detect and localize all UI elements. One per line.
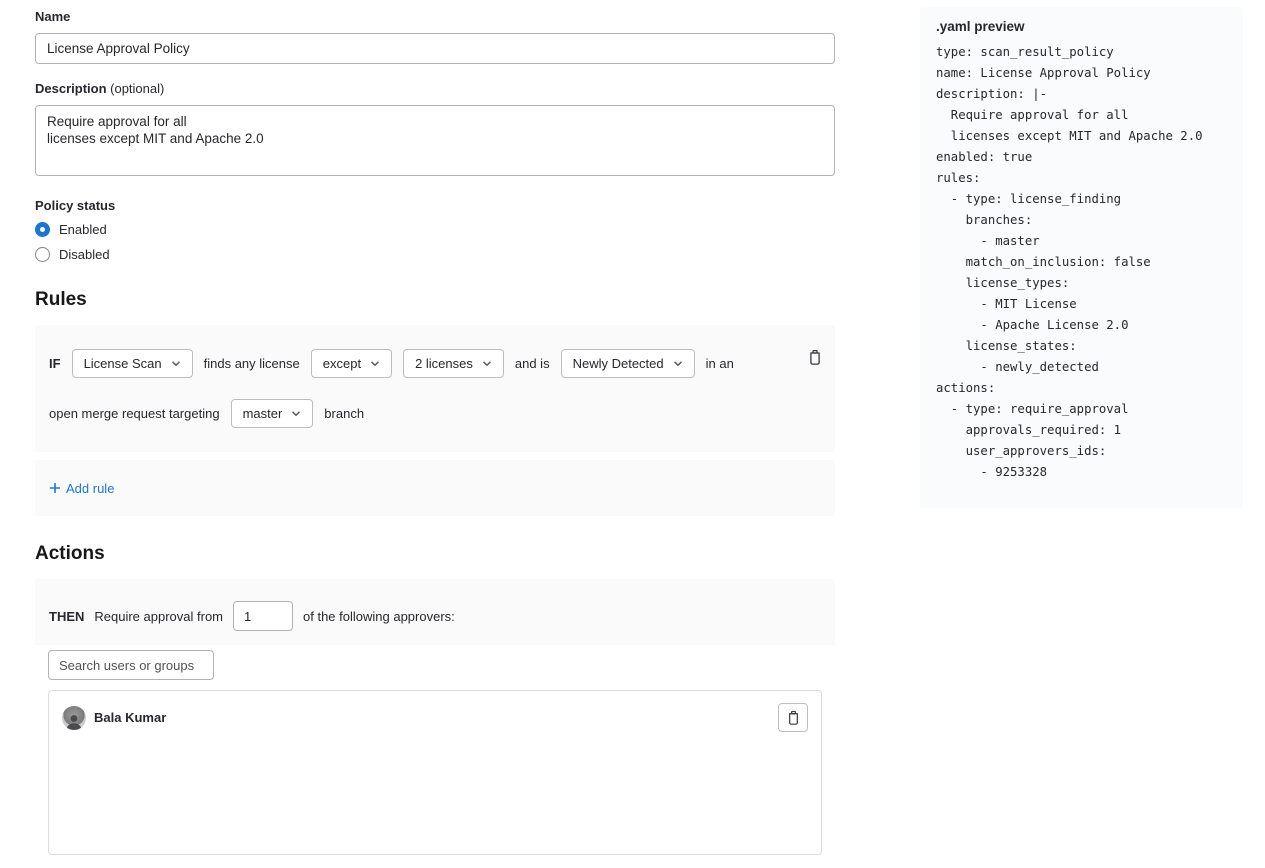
scanner-dropdown[interactable]: License Scan (72, 349, 193, 378)
action-text-require: Require approval from (94, 609, 223, 624)
policy-editor-form: Name Description (optional) Require appr… (35, 9, 835, 868)
rule-text-finds: finds any license (204, 356, 300, 371)
policy-status-label: Policy status (35, 198, 835, 213)
approver-row: Bala Kumar (62, 703, 808, 732)
chevron-down-icon (171, 360, 181, 367)
then-keyword: THEN (49, 609, 84, 624)
yaml-code: type: scan_result_policy name: License A… (936, 42, 1227, 483)
yaml-preview-panel: .yaml preview type: scan_result_policy n… (920, 7, 1243, 508)
name-label: Name (35, 9, 835, 24)
enabled-option-label: Enabled (59, 222, 107, 237)
rule-card: IF License Scan finds any license except… (35, 325, 835, 452)
branch-dropdown[interactable]: master (231, 399, 314, 428)
approver-name: Bala Kumar (94, 710, 166, 725)
remove-approver-button[interactable] (778, 703, 808, 732)
yaml-preview-title: .yaml preview (936, 19, 1227, 34)
rule-text-and-is: and is (515, 356, 550, 371)
approvers-panel: Bala Kumar (35, 645, 835, 868)
rule-sentence: IF License Scan finds any license except… (49, 349, 794, 428)
rules-heading: Rules (35, 289, 835, 311)
trash-icon (807, 349, 823, 366)
approvals-required-input[interactable] (233, 601, 293, 631)
plus-icon (49, 482, 61, 494)
policy-status-enabled-option[interactable]: Enabled (35, 222, 835, 237)
radio-unchecked-icon[interactable] (35, 247, 50, 262)
description-optional-hint: (optional) (110, 81, 164, 96)
approver-avatar (62, 706, 86, 730)
approver-list: Bala Kumar (48, 690, 822, 855)
chevron-down-icon (291, 410, 301, 417)
policy-name-input[interactable] (35, 33, 835, 64)
chevron-down-icon (673, 360, 683, 367)
if-keyword: IF (49, 356, 61, 371)
license-state-dropdown[interactable]: Newly Detected (561, 349, 695, 378)
chevron-down-icon (370, 360, 380, 367)
chevron-down-icon (482, 360, 492, 367)
person-icon (64, 712, 84, 730)
action-text-of-following: of the following approvers: (303, 609, 455, 624)
rule-text-branch: branch (324, 406, 364, 421)
trash-icon (786, 710, 801, 726)
radio-checked-icon[interactable] (35, 222, 50, 237)
policy-description-textarea[interactable]: Require approval for all licenses except… (35, 105, 835, 176)
actions-heading: Actions (35, 543, 835, 565)
delete-rule-button[interactable] (805, 347, 825, 368)
policy-status-disabled-option[interactable]: Disabled (35, 247, 835, 262)
then-row: THEN Require approval from of the follow… (35, 579, 835, 637)
add-rule-bar: Add rule (35, 460, 835, 516)
add-rule-button[interactable]: Add rule (49, 481, 114, 496)
rule-text-targeting: open merge request targeting (49, 406, 220, 421)
disabled-option-label: Disabled (59, 247, 110, 262)
approver-search-input[interactable] (48, 650, 214, 680)
actions-card: THEN Require approval from of the follow… (35, 579, 835, 868)
rule-text-in-an: in an (706, 356, 734, 371)
description-label: Description (optional) (35, 81, 835, 96)
license-count-dropdown[interactable]: 2 licenses (403, 349, 504, 378)
match-mode-dropdown[interactable]: except (311, 349, 392, 378)
